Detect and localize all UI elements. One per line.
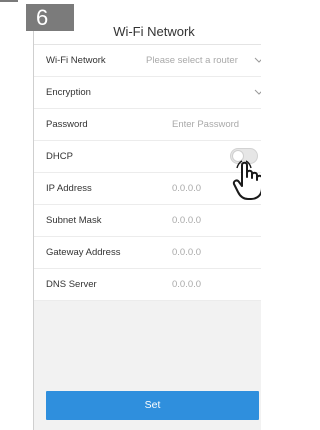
gateway-address-row: Gateway Address 0.0.0.0	[34, 237, 261, 269]
ip-address-value[interactable]: 0.0.0.0	[172, 173, 201, 204]
dns-server-label: DNS Server	[46, 279, 97, 290]
page-title: Wi-Fi Network	[113, 24, 195, 39]
gateway-address-value[interactable]: 0.0.0.0	[172, 237, 201, 268]
dns-server-row: DNS Server 0.0.0.0	[34, 269, 261, 301]
encryption-row[interactable]: Encryption	[34, 77, 261, 109]
ip-address-row: IP Address 0.0.0.0	[34, 173, 261, 205]
dhcp-label: DHCP	[46, 151, 73, 162]
wifi-network-row[interactable]: Wi-Fi Network Please select a router	[34, 45, 261, 77]
hand-pointer-icon	[232, 160, 261, 200]
subnet-mask-value[interactable]: 0.0.0.0	[172, 205, 201, 236]
subnet-mask-label: Subnet Mask	[46, 215, 102, 226]
wifi-settings-form: Wi-Fi Network Please select a router Enc…	[34, 45, 261, 301]
top-rule	[0, 0, 18, 2]
password-label: Password	[46, 119, 88, 130]
password-row: Password Enter Password	[34, 109, 261, 141]
step-number-badge: 6	[26, 4, 74, 31]
chevron-down-icon[interactable]	[254, 56, 261, 64]
phone-screen: Wi-Fi Network Wi-Fi Network Please selec…	[33, 20, 261, 430]
dhcp-row: DHCP	[34, 141, 261, 173]
subnet-mask-row: Subnet Mask 0.0.0.0	[34, 205, 261, 237]
chevron-down-icon[interactable]	[254, 88, 261, 96]
ip-address-label: IP Address	[46, 183, 92, 194]
wifi-network-select[interactable]: Please select a router	[146, 45, 238, 76]
encryption-label: Encryption	[46, 87, 91, 98]
set-button[interactable]: Set	[46, 391, 259, 420]
password-input[interactable]: Enter Password	[172, 109, 239, 140]
gateway-address-label: Gateway Address	[46, 247, 121, 258]
dns-server-value[interactable]: 0.0.0.0	[172, 269, 201, 300]
wifi-network-label: Wi-Fi Network	[46, 55, 106, 66]
